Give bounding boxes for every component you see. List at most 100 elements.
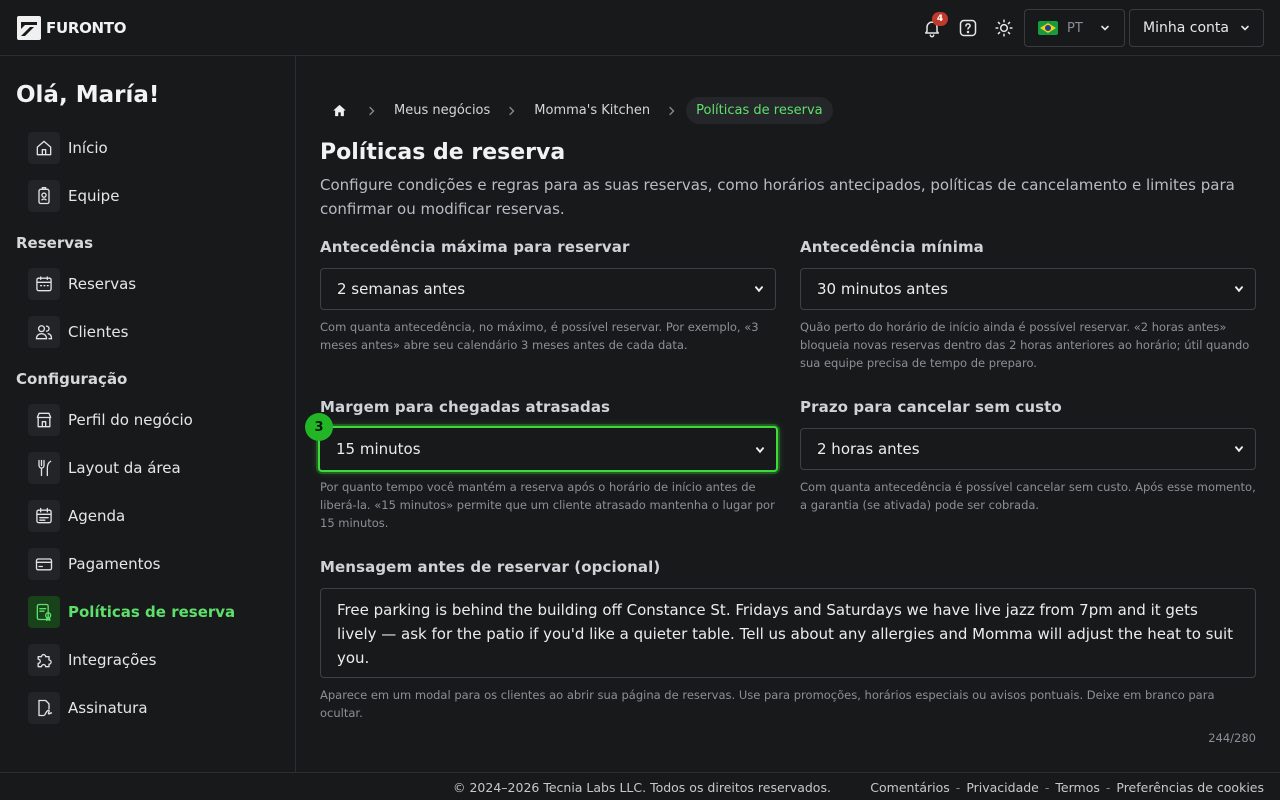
sidebar-item-label: Reservas	[68, 275, 137, 293]
schedule-icon	[28, 500, 60, 532]
main-content: Meus negócios Momma's Kitchen Políticas …	[296, 56, 1280, 772]
sidebar-item-inicio[interactable]: Início	[28, 132, 108, 164]
sidebar-item-label: Pagamentos	[68, 555, 161, 573]
sidebar-item-label: Agenda	[68, 507, 126, 525]
page-description: Configure condições e regras para as sua…	[320, 176, 1235, 218]
late-margin-label: Margem para chegadas atrasadas	[320, 398, 611, 416]
sidebar-item-politicas-de-reserva[interactable]: Políticas de reserva	[28, 596, 235, 628]
footer-link-cookies[interactable]: Preferências de cookies	[1116, 780, 1264, 795]
late-margin-select[interactable]: 15 minutos	[318, 426, 778, 472]
character-counter: 244/280	[1208, 731, 1256, 745]
footer-link-comentarios[interactable]: Comentários	[870, 780, 950, 795]
sidebar-item-reservas[interactable]: Reservas	[28, 268, 136, 300]
home-icon	[332, 104, 346, 117]
cancel-deadline-label: Prazo para cancelar sem custo	[800, 398, 1062, 416]
section-title-reservas: Reservas	[16, 234, 94, 252]
account-menu-button[interactable]: Minha conta	[1129, 9, 1264, 47]
sidebar-item-label: Início	[68, 139, 108, 157]
users-icon	[28, 316, 60, 348]
language-label: PT	[1067, 20, 1083, 36]
message-textarea[interactable]: Free parking is behind the building off …	[320, 588, 1256, 678]
language-select[interactable]: PT	[1024, 9, 1125, 47]
max-advance-hint: Com quanta antecedência, no máximo, é po…	[320, 320, 759, 352]
footer-link-privacidade[interactable]: Privacidade	[966, 780, 1039, 795]
min-advance-value: 30 minutos antes	[817, 280, 948, 298]
max-advance-select[interactable]: 2 semanas antes	[320, 268, 776, 310]
min-advance-select[interactable]: 30 minutos antes	[800, 268, 1256, 310]
top-bar: FURONTO 4 PT Minha conta	[0, 0, 1280, 56]
message-label: Mensagem antes de reservar (opcional)	[320, 558, 661, 576]
brand-name: FURONTO	[46, 19, 127, 37]
sidebar-item-label: Equipe	[68, 187, 120, 205]
sidebar-item-assinatura[interactable]: Assinatura	[28, 692, 148, 724]
cancel-deadline-value: 2 horas antes	[817, 440, 920, 458]
badge-icon	[28, 180, 60, 212]
signature-icon	[28, 692, 60, 724]
sidebar-item-agenda[interactable]: Agenda	[28, 500, 125, 532]
sidebar-item-label: Clientes	[68, 323, 129, 341]
breadcrumb-home[interactable]	[320, 96, 358, 125]
late-margin-hint: Por quanto tempo você mantém a reserva a…	[320, 480, 775, 530]
chevron-down-icon	[1101, 25, 1109, 31]
sidebar-item-label: Políticas de reserva	[68, 603, 236, 621]
footer-copyright: © 2024–2026 Tecnia Labs LLC. Todos os di…	[453, 780, 831, 795]
cancel-deadline-select[interactable]: 2 horas antes	[800, 428, 1256, 470]
max-advance-label: Antecedência máxima para reservar	[320, 238, 630, 256]
sidebar-item-label: Layout da área	[68, 459, 181, 477]
footer-separator: -	[1105, 780, 1111, 795]
home-icon	[28, 132, 60, 164]
late-margin-value: 15 minutos	[336, 440, 421, 458]
calendar-icon	[28, 268, 60, 300]
min-advance-label: Antecedência mínima	[800, 238, 984, 256]
brazil-flag-icon	[1038, 21, 1058, 35]
puzzle-icon	[28, 644, 60, 676]
credit-card-icon	[28, 548, 60, 580]
sidebar-item-clientes[interactable]: Clientes	[28, 316, 128, 348]
sidebar-item-label: Perfil do negócio	[68, 411, 193, 429]
policy-icon	[28, 596, 60, 628]
help-button[interactable]	[956, 16, 980, 40]
sun-icon	[995, 19, 1013, 37]
chevron-right-icon	[358, 106, 386, 116]
breadcrumb-business[interactable]: Momma's Kitchen	[526, 103, 658, 118]
page-title: Políticas de reserva	[320, 140, 566, 165]
chevron-down-icon	[1235, 286, 1243, 293]
sidebar-item-perfil-do-negocio[interactable]: Perfil do negócio	[28, 404, 193, 436]
chevron-down-icon	[755, 286, 763, 293]
account-label: Minha conta	[1143, 20, 1229, 36]
step-badge: 3	[305, 413, 333, 441]
chevron-right-icon	[498, 106, 526, 116]
footer-separator: -	[955, 780, 961, 795]
greeting: Olá, María!	[16, 82, 160, 108]
footer-links: Comentários - Privacidade - Termos - Pre…	[870, 780, 1264, 795]
sidebar-item-equipe[interactable]: Equipe	[28, 180, 119, 212]
max-advance-value: 2 semanas antes	[337, 280, 466, 298]
help-icon	[959, 19, 977, 37]
footer-link-termos[interactable]: Termos	[1055, 780, 1099, 795]
sidebar-item-integracoes[interactable]: Integrações	[28, 644, 156, 676]
sidebar-item-label: Assinatura	[68, 699, 148, 717]
sidebar: Olá, María! Início Equipe Reservas Reser…	[0, 56, 296, 772]
breadcrumb: Meus negócios Momma's Kitchen Políticas …	[320, 96, 833, 125]
breadcrumb-meus-negocios[interactable]: Meus negócios	[386, 103, 498, 118]
theme-toggle-button[interactable]	[992, 16, 1016, 40]
chevron-down-icon	[1235, 446, 1243, 453]
min-advance-hint: Quão perto do horário de início ainda é …	[800, 320, 1250, 370]
message-hint: Aparece em um modal para os clientes ao …	[320, 688, 1215, 720]
footer-separator: -	[1044, 780, 1050, 795]
brand-logo[interactable]: FURONTO	[17, 16, 126, 40]
breadcrumb-current: Políticas de reserva	[686, 97, 833, 124]
utensils-icon	[28, 452, 60, 484]
chevron-down-icon	[1241, 25, 1249, 31]
store-icon	[28, 404, 60, 436]
chevron-right-icon	[658, 106, 686, 116]
chevron-down-icon	[756, 447, 764, 454]
footer: © 2024–2026 Tecnia Labs LLC. Todos os di…	[0, 772, 1280, 800]
cancel-deadline-hint: Com quanta antecedência é possível cance…	[800, 480, 1256, 512]
sidebar-item-label: Integrações	[68, 651, 157, 669]
sidebar-item-pagamentos[interactable]: Pagamentos	[28, 548, 161, 580]
brand-logo-icon	[17, 16, 41, 40]
notification-count-badge: 4	[932, 12, 948, 26]
sidebar-item-layout-da-area[interactable]: Layout da área	[28, 452, 181, 484]
section-title-configuracao: Configuração	[16, 370, 128, 388]
